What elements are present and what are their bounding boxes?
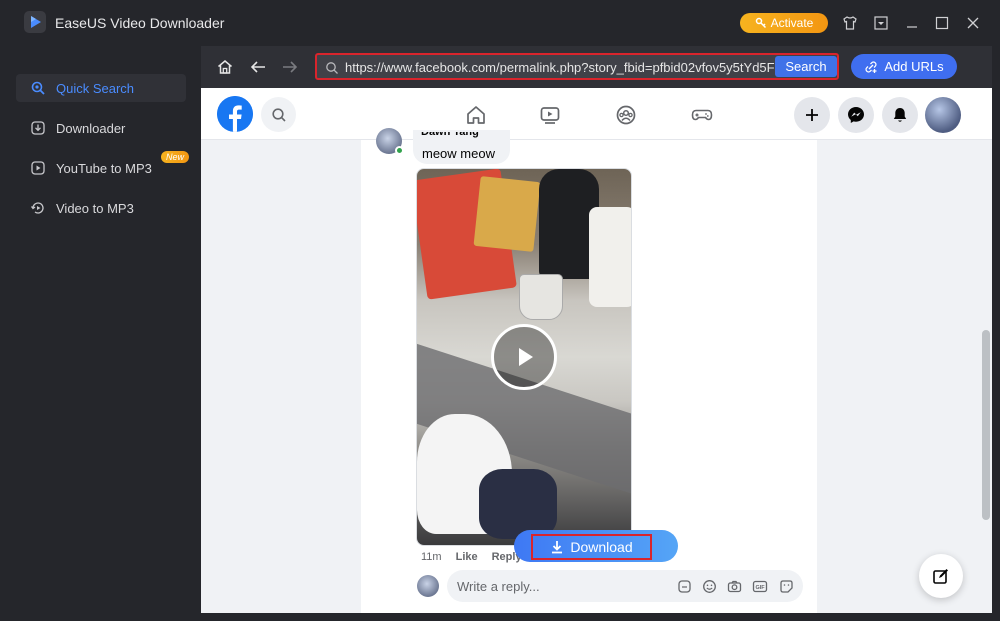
comment-time[interactable]: 11m bbox=[421, 551, 442, 563]
download-button[interactable]: Download bbox=[531, 534, 652, 560]
video-scene-cup bbox=[519, 274, 563, 320]
quick-search-icon bbox=[31, 81, 45, 95]
menu-dropdown-icon[interactable] bbox=[871, 13, 891, 33]
sidebar-item-label: Quick Search bbox=[56, 81, 135, 96]
youtube-mp3-icon bbox=[31, 161, 45, 175]
sidebar-item-downloader[interactable]: Downloader bbox=[16, 114, 186, 142]
close-icon[interactable] bbox=[963, 13, 983, 33]
shirt-icon[interactable] bbox=[840, 13, 860, 33]
edit-icon bbox=[933, 569, 948, 584]
download-icon bbox=[552, 541, 563, 554]
maximize-icon[interactable] bbox=[932, 13, 952, 33]
sticker-icon[interactable] bbox=[676, 578, 692, 594]
gif-icon[interactable]: GIF bbox=[752, 578, 768, 594]
add-link-icon bbox=[865, 61, 877, 73]
video-scene-cat-clothes bbox=[479, 469, 557, 539]
reply-avatar[interactable] bbox=[417, 575, 439, 597]
fb-home-icon[interactable] bbox=[463, 102, 489, 128]
add-urls-label: Add URLs bbox=[884, 59, 944, 74]
video-scene-box bbox=[473, 176, 541, 252]
page-scrollbar[interactable] bbox=[980, 140, 992, 613]
avatar-sticker-icon[interactable] bbox=[778, 578, 794, 594]
comment-author[interactable]: Dawn Tang bbox=[421, 132, 479, 138]
video-scene-jar bbox=[589, 207, 631, 307]
svg-text:GIF: GIF bbox=[756, 585, 766, 591]
sidebar-item-video-mp3[interactable]: Video to MP3 bbox=[16, 194, 186, 222]
browser-pane: https://www.facebook.com/permalink.php?s… bbox=[201, 46, 992, 613]
like-link[interactable]: Like bbox=[456, 551, 478, 563]
url-bar[interactable]: https://www.facebook.com/permalink.php?s… bbox=[315, 53, 839, 80]
back-arrow-icon[interactable] bbox=[247, 56, 269, 78]
comment-meta: 11m Like Reply bbox=[421, 551, 522, 563]
comment-text: meow meow bbox=[422, 146, 495, 161]
add-urls-button[interactable]: Add URLs bbox=[851, 54, 957, 79]
home-icon[interactable] bbox=[214, 56, 236, 78]
reply-placeholder: Write a reply... bbox=[457, 579, 540, 594]
video-mp3-icon bbox=[30, 202, 44, 214]
url-input[interactable]: https://www.facebook.com/permalink.php?s… bbox=[345, 60, 775, 75]
play-icon[interactable] bbox=[491, 324, 557, 390]
downloader-icon bbox=[31, 121, 45, 135]
new-badge: New bbox=[161, 151, 190, 163]
activate-button[interactable]: Activate bbox=[740, 13, 828, 33]
fb-watch-icon[interactable] bbox=[537, 102, 563, 128]
app-logo-icon bbox=[24, 11, 46, 33]
fb-profile-avatar[interactable] bbox=[925, 97, 961, 133]
scrollbar-thumb[interactable] bbox=[982, 330, 990, 520]
sidebar-item-quick-search[interactable]: Quick Search bbox=[16, 74, 186, 102]
fb-create-icon[interactable] bbox=[794, 97, 830, 133]
fb-notifications-icon[interactable] bbox=[882, 97, 918, 133]
facebook-search-icon[interactable] bbox=[261, 97, 296, 132]
app-title: EaseUS Video Downloader bbox=[55, 15, 225, 31]
sidebar-item-label: Downloader bbox=[56, 121, 126, 136]
activate-label: Activate bbox=[770, 16, 814, 30]
app-window: EaseUS Video Downloader Activate Quick S… bbox=[0, 0, 1000, 621]
fb-messenger-icon[interactable] bbox=[838, 97, 874, 133]
emoji-icon[interactable] bbox=[701, 578, 717, 594]
fb-gaming-icon[interactable] bbox=[689, 102, 715, 128]
sidebar: Quick Search Downloader YouTube to MP3 N… bbox=[0, 46, 200, 621]
title-bar: EaseUS Video Downloader Activate bbox=[0, 0, 1000, 46]
sidebar-item-label: YouTube to MP3 bbox=[56, 161, 152, 176]
key-icon bbox=[755, 17, 766, 29]
fb-groups-icon[interactable] bbox=[613, 102, 639, 128]
search-button[interactable]: Search bbox=[775, 56, 837, 77]
sidebar-item-label: Video to MP3 bbox=[56, 201, 134, 216]
online-status-dot bbox=[395, 146, 404, 155]
search-icon bbox=[326, 62, 338, 74]
forward-arrow-icon[interactable] bbox=[279, 56, 301, 78]
browser-navbar: https://www.facebook.com/permalink.php?s… bbox=[201, 46, 992, 88]
camera-icon[interactable] bbox=[726, 578, 742, 594]
facebook-logo[interactable] bbox=[217, 96, 253, 132]
compose-button[interactable] bbox=[919, 554, 963, 598]
minimize-icon[interactable] bbox=[902, 13, 922, 33]
download-label: Download bbox=[570, 539, 633, 555]
